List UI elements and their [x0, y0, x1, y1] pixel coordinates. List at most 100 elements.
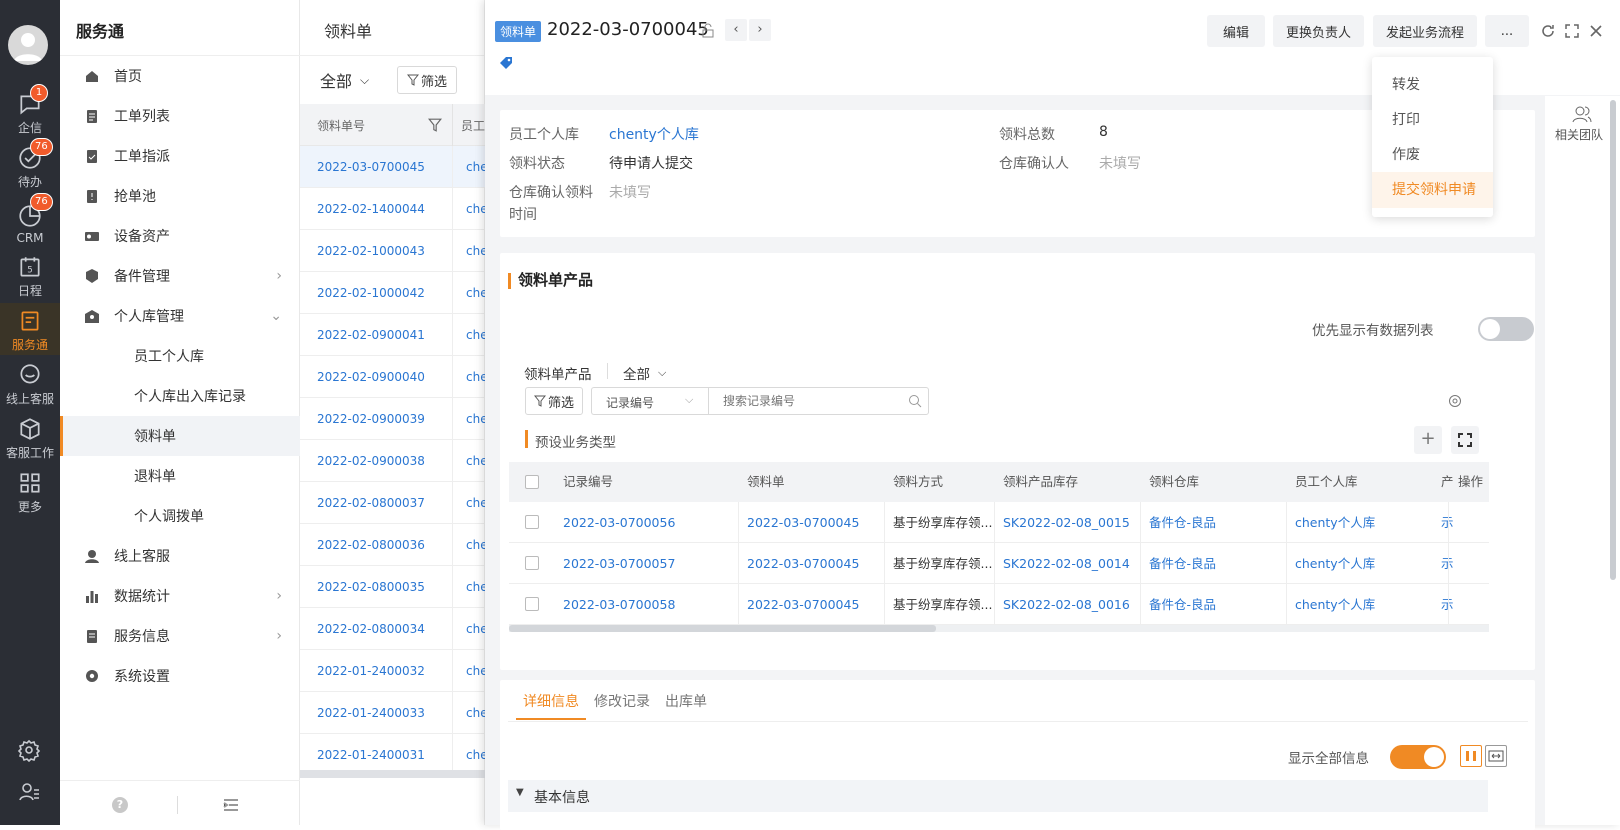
table-cell[interactable]: SK2022-02-08_0015 [1003, 502, 1143, 544]
list-item[interactable]: 2022-02-0900041 che [300, 314, 488, 356]
next-record-button[interactable]: › [749, 19, 771, 41]
layout-wide-button[interactable] [1485, 745, 1507, 767]
list-item[interactable]: 2022-02-0900038 che [300, 440, 488, 482]
table-cell[interactable]: 2022-03-0700045 [747, 502, 887, 544]
rail-item-service[interactable]: 服务通 [0, 303, 60, 355]
menu-item-stats[interactable]: 数据统计 › [60, 576, 300, 616]
search-icon[interactable] [908, 394, 922, 408]
rail-item-todo[interactable]: 76 待办 [0, 138, 60, 192]
rail-item-schedule[interactable]: 5 日程 [0, 249, 60, 301]
menu-item-service-info[interactable]: 服务信息 › [60, 616, 300, 656]
table-row[interactable]: 2022-03-0700058 2022-03-0700045 基于纷享库存领...… [509, 584, 1489, 625]
search-field-select[interactable]: 记录编号 ⌵ [591, 387, 708, 415]
menu-item-online-cs[interactable]: 线上客服 [60, 536, 300, 576]
table-cell[interactable]: 示 [1441, 502, 1453, 544]
basic-info-section[interactable]: ▼ 基本信息 [508, 780, 1488, 812]
tab-history[interactable]: 修改记录 [594, 684, 650, 720]
table-cell[interactable]: 2022-03-0700056 [563, 502, 743, 544]
list-item[interactable]: 2022-01-2400032 che [300, 650, 488, 692]
table-cell[interactable]: chenty个人库 [1295, 543, 1435, 585]
search-input[interactable] [708, 387, 929, 415]
rail-item-crm[interactable]: 76 CRM [0, 193, 60, 247]
row-checkbox[interactable] [525, 556, 539, 570]
add-row-button[interactable]: + [1414, 426, 1442, 454]
row-checkbox[interactable] [525, 515, 539, 529]
unlock-icon[interactable] [700, 23, 716, 39]
row-checkbox[interactable] [525, 597, 539, 611]
tag-icon[interactable] [498, 55, 514, 71]
menu-item-void[interactable]: 作废 [1372, 137, 1497, 173]
table-row[interactable]: 2022-03-0700056 2022-03-0700045 基于纷享库存领...… [509, 502, 1489, 543]
list-item[interactable]: 2022-01-2400033 che [300, 692, 488, 734]
list-item[interactable]: 2022-02-1400044 che [300, 188, 488, 230]
list-item[interactable]: 2022-02-0900039 che [300, 398, 488, 440]
settings-icon[interactable] [1447, 393, 1463, 409]
menu-item-assets[interactable]: 设备资产 [60, 216, 300, 256]
menu-item-employee-store[interactable]: 员工个人库 [60, 336, 300, 376]
list-item[interactable]: 2022-02-1000042 che [300, 272, 488, 314]
h-scroll-thumb[interactable] [509, 625, 936, 632]
table-cell[interactable]: 2022-03-0700058 [563, 584, 743, 626]
products-filter-button[interactable]: 筛选 [525, 387, 583, 415]
table-cell[interactable]: SK2022-02-08_0014 [1003, 543, 1143, 585]
menu-item-transfer[interactable]: 个人调拨单 [60, 496, 300, 536]
list-item[interactable]: 2022-02-0800037 che [300, 482, 488, 524]
tab-outbound[interactable]: 出库单 [665, 684, 707, 720]
menu-item-submit-request[interactable]: 提交领料申请 [1372, 172, 1493, 208]
list-item[interactable]: 2022-02-1000043 che [300, 230, 488, 272]
prev-record-button[interactable]: ‹ [725, 19, 747, 41]
column-filter-icon[interactable] [428, 118, 442, 132]
related-team-panel[interactable]: 相关团队 [1545, 96, 1620, 825]
help-icon[interactable]: ? [112, 797, 128, 813]
table-cell[interactable]: 示 [1441, 543, 1453, 585]
layout-column-button[interactable] [1460, 745, 1482, 767]
refresh-icon[interactable] [1540, 23, 1556, 39]
table-cell[interactable]: 备件仓-良品 [1149, 502, 1289, 544]
priority-toggle[interactable] [1478, 317, 1534, 341]
select-all-checkbox[interactable] [525, 475, 539, 489]
menu-item-print[interactable]: 打印 [1372, 102, 1497, 138]
menu-item-forward[interactable]: 转发 [1372, 67, 1497, 103]
table-cell[interactable]: chenty个人库 [1295, 502, 1435, 544]
user-menu-icon[interactable] [17, 780, 41, 804]
table-cell[interactable]: SK2022-02-08_0016 [1003, 584, 1143, 626]
expand-table-button[interactable] [1451, 426, 1479, 454]
tab-details[interactable]: 详细信息 [516, 684, 586, 720]
edit-button[interactable]: 编辑 [1207, 15, 1265, 47]
table-row[interactable]: 2022-03-0700057 2022-03-0700045 基于纷享库存领...… [509, 543, 1489, 584]
list-item[interactable]: 2022-02-0800035 che [300, 566, 488, 608]
show-all-toggle[interactable] [1390, 745, 1446, 769]
list-item[interactable]: 2022-02-0900040 che [300, 356, 488, 398]
close-icon[interactable] [1588, 23, 1604, 39]
list-scrollbar[interactable] [300, 770, 485, 778]
change-owner-button[interactable]: 更换负责人 [1273, 15, 1364, 47]
warehouse-link[interactable]: chenty个人库 [609, 124, 699, 144]
list-filter-button[interactable]: 筛选 [397, 66, 457, 94]
list-item[interactable]: 2022-02-0800036 che [300, 524, 488, 566]
menu-item-workorders[interactable]: 工单列表 [60, 96, 300, 136]
menu-item-dispatch[interactable]: 工单指派 [60, 136, 300, 176]
list-item[interactable]: 2022-02-0800034 che [300, 608, 488, 650]
menu-item-return[interactable]: 退料单 [60, 456, 300, 496]
fullscreen-icon[interactable] [1564, 23, 1580, 39]
table-cell[interactable]: chenty个人库 [1295, 584, 1435, 626]
more-button[interactable]: ... [1485, 15, 1529, 47]
rail-item-online-service[interactable]: 线上客服 [0, 357, 60, 409]
table-cell[interactable]: 2022-03-0700045 [747, 543, 887, 585]
settings-gear-icon[interactable] [17, 738, 41, 763]
table-cell[interactable]: 2022-03-0700057 [563, 543, 743, 585]
table-cell[interactable]: 备件仓-良品 [1149, 543, 1289, 585]
menu-item-requisition[interactable]: 领料单 [60, 416, 300, 456]
detail-scrollbar[interactable] [1610, 100, 1616, 580]
rail-item-cs-work[interactable]: 客服工作 [0, 411, 60, 463]
menu-item-personal-store[interactable]: 个人库管理 ⌄ [60, 296, 300, 336]
table-cell[interactable]: 2022-03-0700045 [747, 584, 887, 626]
table-cell[interactable]: 备件仓-良品 [1149, 584, 1289, 626]
collapse-menu-icon[interactable] [223, 797, 239, 813]
rail-item-more[interactable]: 更多 [0, 465, 60, 517]
table-cell[interactable]: 示 [1441, 584, 1453, 626]
menu-item-home[interactable]: 首页 [60, 56, 300, 96]
start-flow-button[interactable]: 发起业务流程 [1373, 15, 1477, 47]
menu-item-store-records[interactable]: 个人库出入库记录 [60, 376, 300, 416]
rail-item-qixin[interactable]: 1 企信 [0, 84, 60, 138]
